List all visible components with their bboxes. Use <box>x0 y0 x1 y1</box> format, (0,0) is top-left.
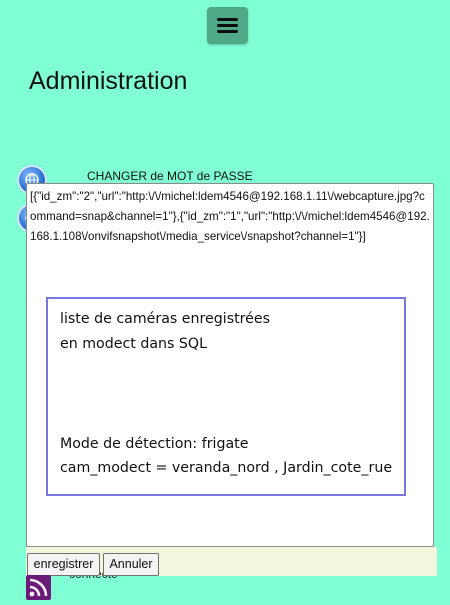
preview-line: Mode de détection: frigate <box>60 436 249 452</box>
save-button[interactable]: enregistrer <box>27 553 100 576</box>
hamburger-icon-bar <box>217 24 238 27</box>
preview-line: en modect dans SQL <box>60 336 208 352</box>
rss-icon-glyph <box>29 578 48 597</box>
hamburger-icon <box>217 18 238 21</box>
rss-icon[interactable] <box>26 575 51 600</box>
menu-item-change-password[interactable]: CHANGER de MOT de PASSE <box>87 169 253 183</box>
hamburger-menu-button[interactable] <box>207 7 248 44</box>
page-title: Administration <box>29 67 188 95</box>
editor-content[interactable]: [{"id_zm":"2","url":"http:\/\/michel:lde… <box>30 187 431 247</box>
cancel-button[interactable]: Annuler <box>103 553 159 576</box>
camera-list-preview: liste de caméras enregistrées en modect … <box>46 297 406 496</box>
preview-line: cam_modect = veranda_nord , Jardin_cote_… <box>60 460 393 476</box>
preview-line: liste de caméras enregistrées <box>60 311 271 327</box>
hamburger-icon-bar <box>217 30 238 33</box>
